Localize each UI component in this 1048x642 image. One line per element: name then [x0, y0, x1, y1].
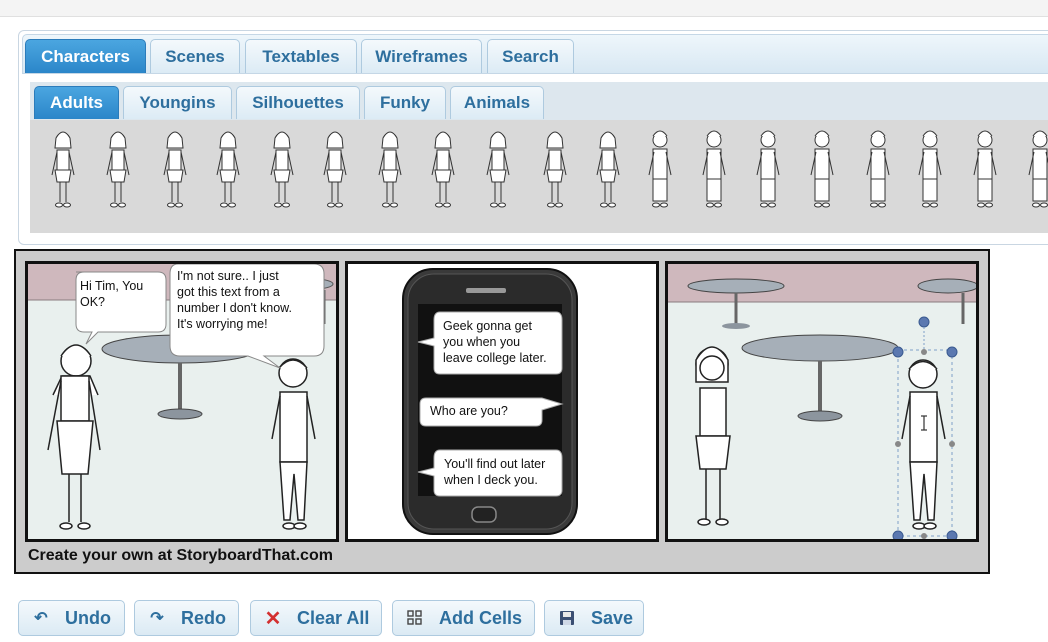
storyboard-credit: Create your own at StoryboardThat.com [28, 547, 333, 564]
undo-button[interactable]: ↶ Undo [18, 600, 125, 636]
tab-scenes[interactable]: Scenes [150, 39, 240, 73]
palette-character-thumbnail[interactable] [163, 131, 187, 208]
message-line: leave college later. [443, 351, 547, 365]
subtab-funky[interactable]: Funky [364, 86, 446, 119]
palette-character-thumbnail[interactable] [756, 130, 780, 208]
storyboard-cell-2[interactable]: Geek gonna get you when you leave colleg… [345, 261, 659, 542]
message-line: you when you [443, 335, 521, 349]
bubble-line: It's worrying me! [177, 317, 268, 331]
grid-cells-icon [403, 608, 427, 628]
top-strip [0, 0, 1048, 17]
text-message-2[interactable]: Who are you? [430, 403, 508, 419]
subtab-youngins[interactable]: Youngins [123, 86, 232, 119]
palette-character-thumbnail[interactable] [918, 130, 942, 208]
cell-2-scene [348, 264, 656, 539]
text-message-1[interactable]: Geek gonna get you when you leave colleg… [443, 318, 547, 366]
text-message-3[interactable]: You'll find out later when I deck you. [444, 456, 545, 488]
clear-all-button[interactable]: ✕ Clear All [250, 600, 382, 636]
tab-wireframes[interactable]: Wireframes [361, 39, 482, 73]
tab-characters[interactable]: Characters [25, 39, 146, 73]
palette-character-thumbnail[interactable] [323, 131, 347, 208]
palette-character-thumbnail[interactable] [486, 131, 510, 208]
save-button[interactable]: Save [544, 600, 644, 636]
palette-character-thumbnail[interactable] [973, 130, 997, 208]
subtab-adults[interactable]: Adults [34, 86, 119, 119]
palette-character-thumbnail[interactable] [216, 131, 240, 208]
palette-character-thumbnail[interactable] [378, 131, 402, 208]
palette-character-thumbnail[interactable] [596, 131, 620, 208]
redo-button[interactable]: ↷ Redo [134, 600, 239, 636]
storyboard-cell-3[interactable] [665, 261, 979, 542]
palette-character-thumbnail[interactable] [866, 130, 890, 208]
tab-textables[interactable]: Textables [245, 39, 357, 73]
palette-character-thumbnail[interactable] [431, 131, 455, 208]
bubble-line: number I don't know. [177, 301, 292, 315]
message-line: You'll find out later [444, 457, 546, 471]
palette-character-thumbnail[interactable] [270, 131, 294, 208]
clear-all-label: Clear All [297, 607, 370, 628]
save-label: Save [591, 607, 634, 628]
bubble-line: Hi Tim, You [80, 279, 144, 293]
redo-label: Redo [181, 607, 226, 628]
clear-x-icon: ✕ [264, 607, 282, 630]
message-line: Geek gonna get [443, 319, 532, 333]
bubble-line: OK? [80, 295, 106, 309]
palette-character-thumbnail[interactable] [106, 131, 130, 208]
character-palette-figures [51, 130, 1048, 208]
palette-character-thumbnail[interactable] [543, 131, 567, 208]
palette-character-thumbnail[interactable] [702, 130, 726, 208]
floppy-disk-icon [555, 608, 579, 628]
message-line: Who are you? [430, 404, 508, 418]
subtab-silhouettes[interactable]: Silhouettes [236, 86, 360, 119]
storyboard-cell-1[interactable]: Hi Tim, You OK? I'm not sure.. I just go… [25, 261, 339, 542]
cell-3-scene [668, 264, 976, 539]
palette-character-thumbnail[interactable] [51, 131, 75, 208]
palette-character-thumbnail[interactable] [648, 130, 672, 208]
speech-bubble-left[interactable]: Hi Tim, You OK? [80, 278, 143, 310]
speech-bubble-right[interactable]: I'm not sure.. I just got this text from… [177, 268, 292, 332]
redo-arrow-icon: ↷ [150, 610, 164, 627]
undo-label: Undo [65, 607, 111, 628]
tab-search[interactable]: Search [487, 39, 574, 73]
add-cells-label: Add Cells [439, 607, 523, 628]
bubble-line: I'm not sure.. I just [177, 269, 279, 283]
palette-character-thumbnail[interactable] [1028, 130, 1048, 208]
bubble-line: got this text from a [177, 285, 280, 299]
undo-arrow-icon: ↶ [34, 610, 48, 627]
palette-character-thumbnail[interactable] [810, 130, 834, 208]
subtab-animals[interactable]: Animals [450, 86, 544, 119]
message-line: when I deck you. [444, 473, 538, 487]
add-cells-button[interactable]: Add Cells [392, 600, 535, 636]
